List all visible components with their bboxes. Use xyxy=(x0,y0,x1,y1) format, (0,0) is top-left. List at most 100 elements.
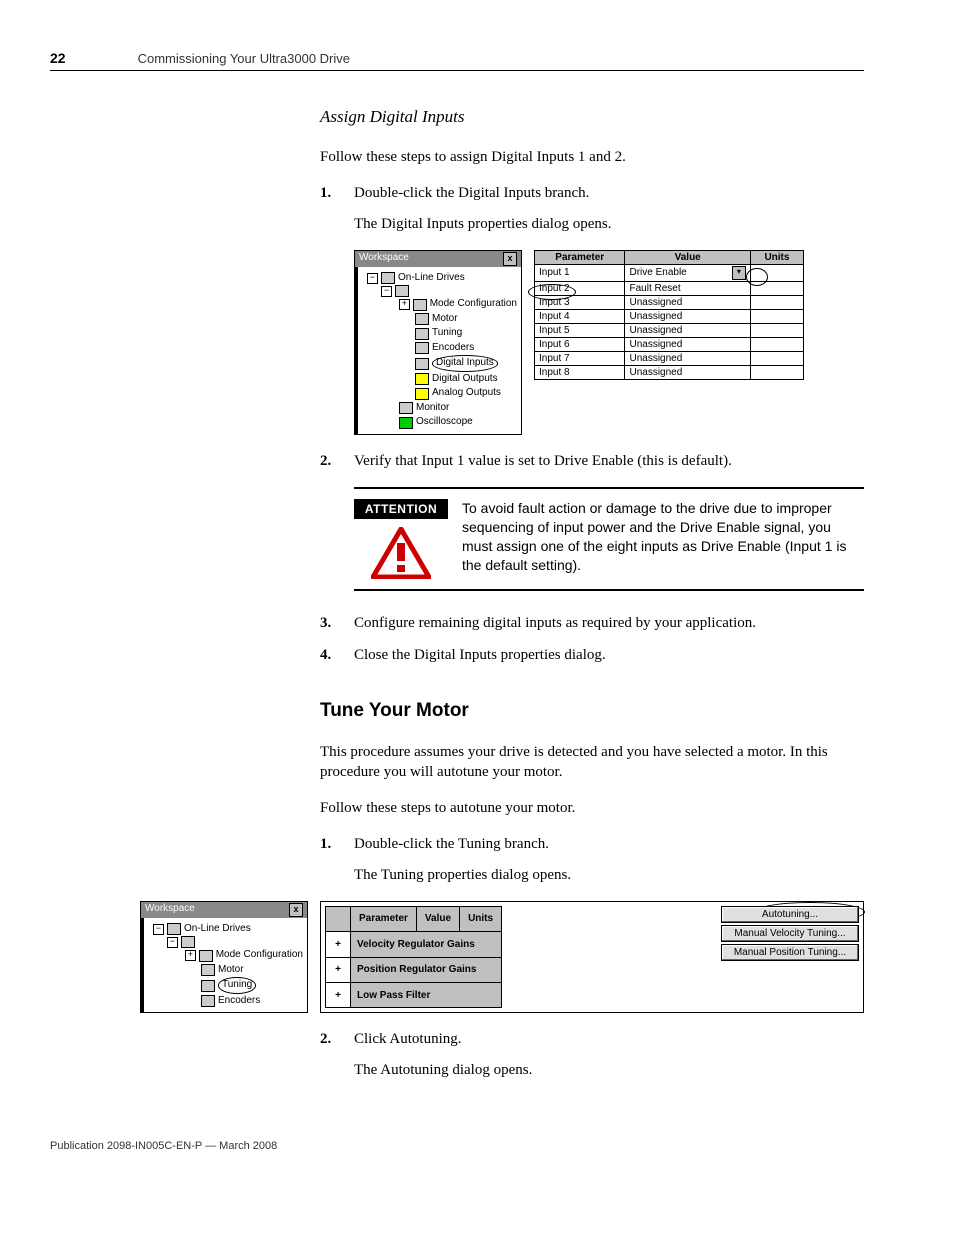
digital-inputs-icon xyxy=(415,358,429,370)
table-row[interactable]: + Low Pass Filter xyxy=(326,982,502,1007)
tree-label: Mode Configuration xyxy=(216,948,303,963)
tree-item[interactable]: Motor xyxy=(145,963,303,978)
tree-item[interactable]: Monitor xyxy=(359,401,517,416)
expand-icon[interactable]: + xyxy=(326,957,351,982)
th-value: Value xyxy=(625,250,750,264)
th-parameter: Parameter xyxy=(351,906,417,931)
step-number: 4. xyxy=(320,645,331,665)
tree-item[interactable]: + Mode Configuration xyxy=(359,297,517,312)
cell-param: Position Regulator Gains xyxy=(351,957,502,982)
workspace-panel: Workspace x − On-Line Drives − + xyxy=(354,250,522,435)
expand-icon[interactable]: + xyxy=(326,932,351,957)
tuning-properties-panel: Parameter Value Units + Velocity Regulat… xyxy=(320,901,864,1014)
manual-position-tuning-button[interactable]: Manual Position Tuning... xyxy=(721,944,859,961)
cell-units xyxy=(750,323,803,337)
tree-drive-node[interactable]: − xyxy=(359,285,517,297)
tree-item[interactable]: Encoders xyxy=(359,341,517,356)
workspace-tree: − On-Line Drives − + Mode Configuration xyxy=(141,918,307,1013)
tree-item[interactable]: Encoders xyxy=(145,994,303,1009)
manual-velocity-tuning-button[interactable]: Manual Velocity Tuning... xyxy=(721,925,859,942)
workspace-titlebar: Workspace x xyxy=(355,251,521,267)
callout-ring-input2 xyxy=(528,284,576,300)
tree-item[interactable]: + Mode Configuration xyxy=(145,948,303,963)
cell-value-dropdown[interactable]: Drive Enable ▾ xyxy=(625,264,750,281)
close-icon[interactable]: x xyxy=(289,903,303,917)
tree-drive-node[interactable]: − xyxy=(145,936,303,948)
table-row[interactable]: Input 7 Unassigned xyxy=(535,351,804,365)
cell-param: Velocity Regulator Gains xyxy=(351,932,502,957)
tree-item[interactable]: Motor xyxy=(359,312,517,327)
tree-item[interactable]: Analog Outputs xyxy=(359,386,517,401)
expand-icon[interactable]: + xyxy=(326,982,351,1007)
warning-triangle-icon xyxy=(354,527,448,579)
workspace-title: Workspace xyxy=(145,903,195,917)
page-number: 22 xyxy=(50,50,66,66)
cell-value[interactable]: Unassigned xyxy=(625,309,750,323)
table-row[interactable]: Input 6 Unassigned xyxy=(535,337,804,351)
collapse-icon[interactable]: − xyxy=(153,924,164,935)
table-row[interactable]: + Velocity Regulator Gains xyxy=(326,932,502,957)
th-parameter: Parameter xyxy=(535,250,625,264)
table-row[interactable]: Input 3 Unassigned xyxy=(535,295,804,309)
cell-value[interactable]: Unassigned xyxy=(625,295,750,309)
workspace-tree: − On-Line Drives − + Mode Configuration xyxy=(355,267,521,434)
step-text: Verify that Input 1 value is set to Driv… xyxy=(354,453,732,469)
screenshot-digital-inputs: Workspace x − On-Line Drives − + xyxy=(354,250,864,435)
tree-item-digital-inputs[interactable]: Digital Inputs xyxy=(359,355,517,372)
step-4: 4. Close the Digital Inputs properties d… xyxy=(320,645,864,665)
close-icon[interactable]: x xyxy=(503,252,517,266)
cell-param: Low Pass Filter xyxy=(351,982,502,1007)
tree-item[interactable]: Digital Outputs xyxy=(359,372,517,387)
tree-item[interactable]: Tuning xyxy=(359,326,517,341)
step-text: Click Autotuning. xyxy=(354,1031,462,1047)
step-subtext: The Digital Inputs properties dialog ope… xyxy=(354,214,864,234)
workspace-panel: Workspace x − On-Line Drives − + xyxy=(140,901,308,1014)
collapse-icon[interactable]: − xyxy=(367,273,378,284)
parameter-panel: Parameter Value Units Input 1 Drive Enab… xyxy=(534,250,804,435)
cell-value[interactable]: Unassigned xyxy=(625,351,750,365)
th-units: Units xyxy=(750,250,803,264)
chevron-down-icon[interactable]: ▾ xyxy=(732,266,746,280)
table-row[interactable]: Input 8 Unassigned xyxy=(535,365,804,379)
tree-label: Digital Inputs xyxy=(432,355,498,372)
collapse-icon[interactable]: − xyxy=(167,937,178,948)
tune-intro: This procedure assumes your drive is det… xyxy=(320,742,864,783)
cell-units xyxy=(750,295,803,309)
step-subtext: The Tuning properties dialog opens. xyxy=(354,865,864,885)
attention-text: To avoid fault action or damage to the d… xyxy=(462,499,864,579)
expand-icon[interactable]: + xyxy=(399,299,410,310)
encoders-icon xyxy=(201,995,215,1007)
step-2b: 2. Click Autotuning. The Autotuning dial… xyxy=(320,1029,864,1080)
tree-label: Encoders xyxy=(432,341,474,356)
tree-item-tuning[interactable]: Tuning xyxy=(145,977,303,994)
workspace-title: Workspace xyxy=(359,252,409,266)
collapse-icon[interactable]: − xyxy=(381,286,392,297)
autotuning-button[interactable]: Autotuning... xyxy=(721,906,859,923)
tree-root[interactable]: − On-Line Drives xyxy=(145,922,303,937)
tree-item[interactable]: Oscilloscope xyxy=(359,415,517,430)
attention-label: ATTENTION xyxy=(354,499,448,519)
tuning-table: Parameter Value Units + Velocity Regulat… xyxy=(325,906,502,1009)
tree-root[interactable]: − On-Line Drives xyxy=(359,271,517,286)
oscilloscope-icon xyxy=(399,417,413,429)
tree-label: Encoders xyxy=(218,994,260,1009)
cell-value[interactable]: Unassigned xyxy=(625,337,750,351)
cell-value[interactable]: Unassigned xyxy=(625,365,750,379)
table-row[interactable]: Input 4 Unassigned xyxy=(535,309,804,323)
mode-icon xyxy=(199,950,213,962)
tree-label: On-Line Drives xyxy=(184,922,251,937)
cell-param: Input 7 xyxy=(535,351,625,365)
cell-value[interactable]: Unassigned xyxy=(625,323,750,337)
table-row[interactable]: + Position Regulator Gains xyxy=(326,957,502,982)
tree-label: Tuning xyxy=(432,326,462,341)
section-heading-assign: Assign Digital Inputs xyxy=(320,107,864,127)
tree-label: Digital Outputs xyxy=(432,372,498,387)
cell-param: Input 4 xyxy=(535,309,625,323)
tree-label: Motor xyxy=(218,963,244,978)
drives-icon xyxy=(167,923,181,935)
analog-outputs-icon xyxy=(415,388,429,400)
table-row[interactable]: Input 5 Unassigned xyxy=(535,323,804,337)
cell-value[interactable]: Fault Reset xyxy=(625,281,750,295)
step-2: 2. Verify that Input 1 value is set to D… xyxy=(320,451,864,471)
expand-icon[interactable]: + xyxy=(185,950,196,961)
